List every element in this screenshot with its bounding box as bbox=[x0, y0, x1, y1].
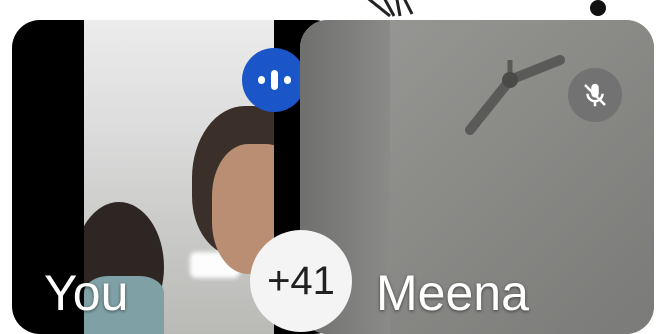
participant-tile-meena[interactable]: Meena bbox=[300, 20, 654, 334]
more-participants-badge[interactable]: +41 bbox=[250, 230, 352, 332]
ceiling-fan bbox=[465, 55, 565, 135]
mic-off-glyph bbox=[584, 83, 606, 107]
audio-level-icon bbox=[242, 48, 306, 112]
participant-name-meena: Meena bbox=[376, 265, 529, 321]
mic-off-icon bbox=[568, 68, 622, 122]
top-bar bbox=[0, 0, 664, 20]
scribble-graphic bbox=[367, 0, 414, 18]
participant-name-you: You bbox=[44, 265, 129, 321]
more-options-icon[interactable] bbox=[590, 0, 606, 16]
